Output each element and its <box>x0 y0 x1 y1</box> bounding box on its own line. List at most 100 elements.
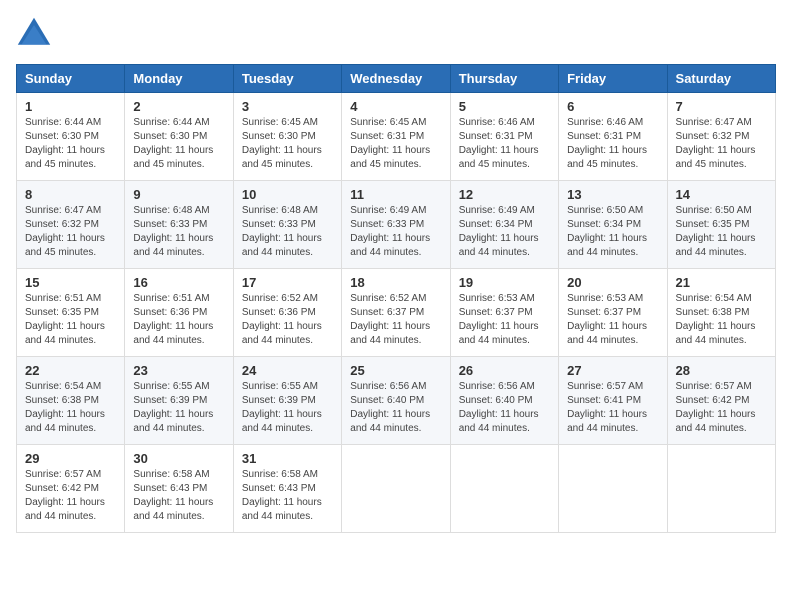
calendar-cell: 7 Sunrise: 6:47 AMSunset: 6:32 PMDaylight… <box>667 93 775 181</box>
day-info: Sunrise: 6:52 AMSunset: 6:36 PMDaylight:… <box>242 292 333 348</box>
weekday-header-row: SundayMondayTuesdayWednesdayThursdayFrid… <box>17 65 776 93</box>
day-number: 26 <box>459 363 550 378</box>
day-info: Sunrise: 6:57 AMSunset: 6:41 PMDaylight:… <box>567 380 658 436</box>
logo <box>16 16 56 52</box>
day-number: 14 <box>676 187 767 202</box>
day-info: Sunrise: 6:46 AMSunset: 6:31 PMDaylight:… <box>459 116 550 172</box>
day-number: 31 <box>242 451 333 466</box>
calendar-cell: 28 Sunrise: 6:57 AMSunset: 6:42 PMDayligh… <box>667 357 775 445</box>
calendar-cell <box>450 445 558 533</box>
calendar-cell: 25Sunrise: 6:56 AMSunset: 6:40 PMDayligh… <box>342 357 450 445</box>
day-info: Sunrise: 6:57 AMSunset: 6:42 PMDaylight:… <box>25 468 116 524</box>
calendar-cell <box>559 445 667 533</box>
calendar-cell <box>342 445 450 533</box>
calendar-cell: 30 Sunrise: 6:58 AMSunset: 6:43 PMDayligh… <box>125 445 233 533</box>
calendar-cell: 18 Sunrise: 6:52 AMSunset: 6:37 PMDayligh… <box>342 269 450 357</box>
calendar-cell: 24 Sunrise: 6:55 AMSunset: 6:39 PMDayligh… <box>233 357 341 445</box>
day-number: 5 <box>459 99 550 114</box>
day-info: Sunrise: 6:44 AMSunset: 6:30 PMDaylight:… <box>25 116 116 172</box>
day-info: Sunrise: 6:56 AMSunset: 6:40 PMDaylight:… <box>459 380 550 436</box>
day-number: 24 <box>242 363 333 378</box>
calendar-cell: 6 Sunrise: 6:46 AMSunset: 6:31 PMDaylight… <box>559 93 667 181</box>
day-number: 3 <box>242 99 333 114</box>
calendar-cell: 9 Sunrise: 6:48 AMSunset: 6:33 PMDaylight… <box>125 181 233 269</box>
day-info: Sunrise: 6:47 AMSunset: 6:32 PMDaylight:… <box>25 204 116 260</box>
day-info: Sunrise: 6:47 AMSunset: 6:32 PMDaylight:… <box>676 116 767 172</box>
day-number: 2 <box>133 99 224 114</box>
header-sunday: Sunday <box>17 65 125 93</box>
day-number: 13 <box>567 187 658 202</box>
day-info: Sunrise: 6:49 AMSunset: 6:33 PMDaylight:… <box>350 204 441 260</box>
day-info: Sunrise: 6:54 AMSunset: 6:38 PMDaylight:… <box>676 292 767 348</box>
day-info: Sunrise: 6:55 AMSunset: 6:39 PMDaylight:… <box>133 380 224 436</box>
calendar-cell: 11 Sunrise: 6:49 AMSunset: 6:33 PMDayligh… <box>342 181 450 269</box>
calendar-cell: 1 Sunrise: 6:44 AMSunset: 6:30 PMDaylight… <box>17 93 125 181</box>
day-number: 22 <box>25 363 116 378</box>
day-number: 12 <box>459 187 550 202</box>
calendar-cell: 23 Sunrise: 6:55 AMSunset: 6:39 PMDayligh… <box>125 357 233 445</box>
calendar-cell: 20 Sunrise: 6:53 AMSunset: 6:37 PMDayligh… <box>559 269 667 357</box>
day-info: Sunrise: 6:52 AMSunset: 6:37 PMDaylight:… <box>350 292 441 348</box>
day-number: 6 <box>567 99 658 114</box>
day-number: 23 <box>133 363 224 378</box>
header-saturday: Saturday <box>667 65 775 93</box>
day-info: Sunrise: 6:51 AMSunset: 6:36 PMDaylight:… <box>133 292 224 348</box>
week-row-5: 29 Sunrise: 6:57 AMSunset: 6:42 PMDayligh… <box>17 445 776 533</box>
day-info: Sunrise: 6:48 AMSunset: 6:33 PMDaylight:… <box>242 204 333 260</box>
day-info: Sunrise: 6:48 AMSunset: 6:33 PMDaylight:… <box>133 204 224 260</box>
calendar-cell: 16 Sunrise: 6:51 AMSunset: 6:36 PMDayligh… <box>125 269 233 357</box>
day-info: Sunrise: 6:45 AMSunset: 6:30 PMDaylight:… <box>242 116 333 172</box>
calendar-cell: 13Sunrise: 6:50 AMSunset: 6:34 PMDayligh… <box>559 181 667 269</box>
day-number: 9 <box>133 187 224 202</box>
day-info: Sunrise: 6:53 AMSunset: 6:37 PMDaylight:… <box>459 292 550 348</box>
day-number: 17 <box>242 275 333 290</box>
day-number: 19 <box>459 275 550 290</box>
day-number: 30 <box>133 451 224 466</box>
day-info: Sunrise: 6:58 AMSunset: 6:43 PMDaylight:… <box>242 468 333 524</box>
week-row-2: 8 Sunrise: 6:47 AMSunset: 6:32 PMDaylight… <box>17 181 776 269</box>
day-number: 29 <box>25 451 116 466</box>
header-thursday: Thursday <box>450 65 558 93</box>
day-info: Sunrise: 6:57 AMSunset: 6:42 PMDaylight:… <box>676 380 767 436</box>
logo-icon <box>16 16 52 52</box>
calendar-cell: 26 Sunrise: 6:56 AMSunset: 6:40 PMDayligh… <box>450 357 558 445</box>
day-number: 4 <box>350 99 441 114</box>
calendar-cell: 12 Sunrise: 6:49 AMSunset: 6:34 PMDayligh… <box>450 181 558 269</box>
calendar-cell: 22 Sunrise: 6:54 AMSunset: 6:38 PMDayligh… <box>17 357 125 445</box>
day-info: Sunrise: 6:58 AMSunset: 6:43 PMDaylight:… <box>133 468 224 524</box>
day-number: 18 <box>350 275 441 290</box>
calendar-cell: 8 Sunrise: 6:47 AMSunset: 6:32 PMDaylight… <box>17 181 125 269</box>
day-number: 1 <box>25 99 116 114</box>
day-number: 16 <box>133 275 224 290</box>
header-tuesday: Tuesday <box>233 65 341 93</box>
calendar-cell: 14 Sunrise: 6:50 AMSunset: 6:35 PMDayligh… <box>667 181 775 269</box>
day-info: Sunrise: 6:49 AMSunset: 6:34 PMDaylight:… <box>459 204 550 260</box>
day-number: 11 <box>350 187 441 202</box>
week-row-4: 22 Sunrise: 6:54 AMSunset: 6:38 PMDayligh… <box>17 357 776 445</box>
calendar-cell: 21Sunrise: 6:54 AMSunset: 6:38 PMDayligh… <box>667 269 775 357</box>
calendar-cell: 27 Sunrise: 6:57 AMSunset: 6:41 PMDayligh… <box>559 357 667 445</box>
day-number: 28 <box>676 363 767 378</box>
calendar-cell: 17 Sunrise: 6:52 AMSunset: 6:36 PMDayligh… <box>233 269 341 357</box>
day-number: 7 <box>676 99 767 114</box>
day-number: 20 <box>567 275 658 290</box>
calendar-cell: 2Sunrise: 6:44 AMSunset: 6:30 PMDaylight… <box>125 93 233 181</box>
day-info: Sunrise: 6:55 AMSunset: 6:39 PMDaylight:… <box>242 380 333 436</box>
page-header <box>16 16 776 52</box>
calendar-cell: 31 Sunrise: 6:58 AMSunset: 6:43 PMDayligh… <box>233 445 341 533</box>
day-info: Sunrise: 6:50 AMSunset: 6:35 PMDaylight:… <box>676 204 767 260</box>
day-info: Sunrise: 6:54 AMSunset: 6:38 PMDaylight:… <box>25 380 116 436</box>
day-info: Sunrise: 6:53 AMSunset: 6:37 PMDaylight:… <box>567 292 658 348</box>
calendar-cell: 5 Sunrise: 6:46 AMSunset: 6:31 PMDaylight… <box>450 93 558 181</box>
day-number: 8 <box>25 187 116 202</box>
day-number: 27 <box>567 363 658 378</box>
day-info: Sunrise: 6:46 AMSunset: 6:31 PMDaylight:… <box>567 116 658 172</box>
week-row-1: 1 Sunrise: 6:44 AMSunset: 6:30 PMDaylight… <box>17 93 776 181</box>
day-info: Sunrise: 6:56 AMSunset: 6:40 PMDaylight:… <box>350 380 441 436</box>
calendar-cell: 29 Sunrise: 6:57 AMSunset: 6:42 PMDayligh… <box>17 445 125 533</box>
header-friday: Friday <box>559 65 667 93</box>
day-number: 10 <box>242 187 333 202</box>
calendar-cell: 19 Sunrise: 6:53 AMSunset: 6:37 PMDayligh… <box>450 269 558 357</box>
header-wednesday: Wednesday <box>342 65 450 93</box>
week-row-3: 15Sunrise: 6:51 AMSunset: 6:35 PMDayligh… <box>17 269 776 357</box>
